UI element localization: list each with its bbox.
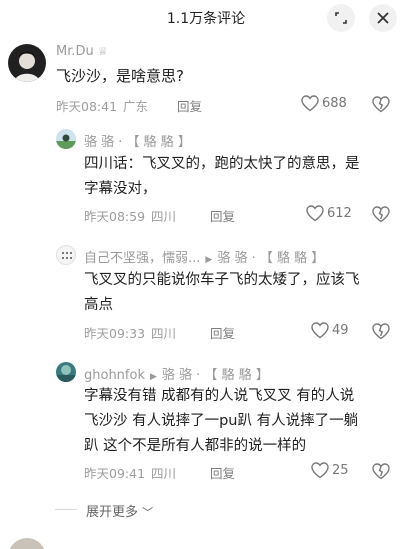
reply-arrow-icon: ▶ [149, 372, 157, 382]
avatar[interactable] [56, 245, 76, 265]
close-button[interactable] [369, 4, 397, 32]
like-button[interactable]: 25 [311, 462, 349, 479]
avatar[interactable] [56, 362, 76, 382]
comment-meta: 昨天08:41 广东 [56, 99, 149, 114]
like-button[interactable]: 688 [301, 95, 347, 112]
reply-button[interactable]: 回复 [210, 323, 235, 342]
chevron-down-icon: ﹀ [142, 506, 154, 519]
reply-button[interactable]: 回复 [177, 96, 202, 115]
reply-text: 四川话：飞叉叉的，跑的太快了的意思，是 字幕没对， [84, 156, 360, 197]
crown-icon: ♕ [97, 45, 108, 58]
reply-username[interactable]: 自己不坚强，懦弱... ▶ 骆 骆 · 【 駱 駱 】 [84, 247, 324, 266]
expand-more-button[interactable]: 展开更多 ﹀ [86, 501, 153, 520]
comment-sheet-header: 1.1万条评论 [0, 0, 412, 36]
avatar[interactable] [8, 538, 46, 549]
close-icon [377, 12, 389, 24]
reply-username[interactable]: 骆 骆 · 【 駱 駱 】 [84, 131, 191, 150]
heart-icon [311, 322, 329, 339]
broken-heart-icon[interactable] [372, 463, 390, 480]
reply-arrow-icon: ▶ [205, 255, 213, 265]
like-button[interactable]: 49 [311, 322, 349, 339]
comment-username[interactable]: Mr.Du ♕ [56, 44, 108, 59]
comment-text: 飞沙沙，是啥意思? [56, 67, 184, 85]
like-button[interactable]: 612 [306, 205, 352, 222]
reply-button[interactable]: 回复 [210, 206, 235, 225]
reply-button[interactable]: 回复 [210, 463, 235, 482]
heart-icon [311, 462, 329, 479]
avatar[interactable] [8, 44, 46, 82]
reply-meta: 昨天08:59 四川 [84, 209, 177, 224]
broken-heart-icon[interactable] [372, 206, 390, 223]
reply-text: 字幕没有错 成都有的人说飞叉叉 有的人说 飞沙沙 有人说摔了一pu趴 有人说摔了… [84, 388, 359, 454]
reply-meta: 昨天09:33 四川 [84, 326, 177, 341]
collapse-button[interactable] [327, 4, 355, 32]
reply-username[interactable]: ghohnfok ▶ 骆 骆 · 【 駱 駱 】 [84, 364, 269, 383]
broken-heart-icon[interactable] [372, 323, 390, 340]
collapse-icon [335, 12, 347, 24]
reply-text: 飞叉叉的只能说你车子飞的太矮了，应该飞 高点 [84, 272, 360, 313]
heart-icon [306, 205, 324, 222]
reply-meta: 昨天09:41 四川 [84, 466, 177, 481]
avatar[interactable] [56, 129, 76, 149]
heart-icon [301, 95, 319, 112]
divider [55, 509, 77, 510]
broken-heart-icon[interactable] [372, 96, 390, 113]
